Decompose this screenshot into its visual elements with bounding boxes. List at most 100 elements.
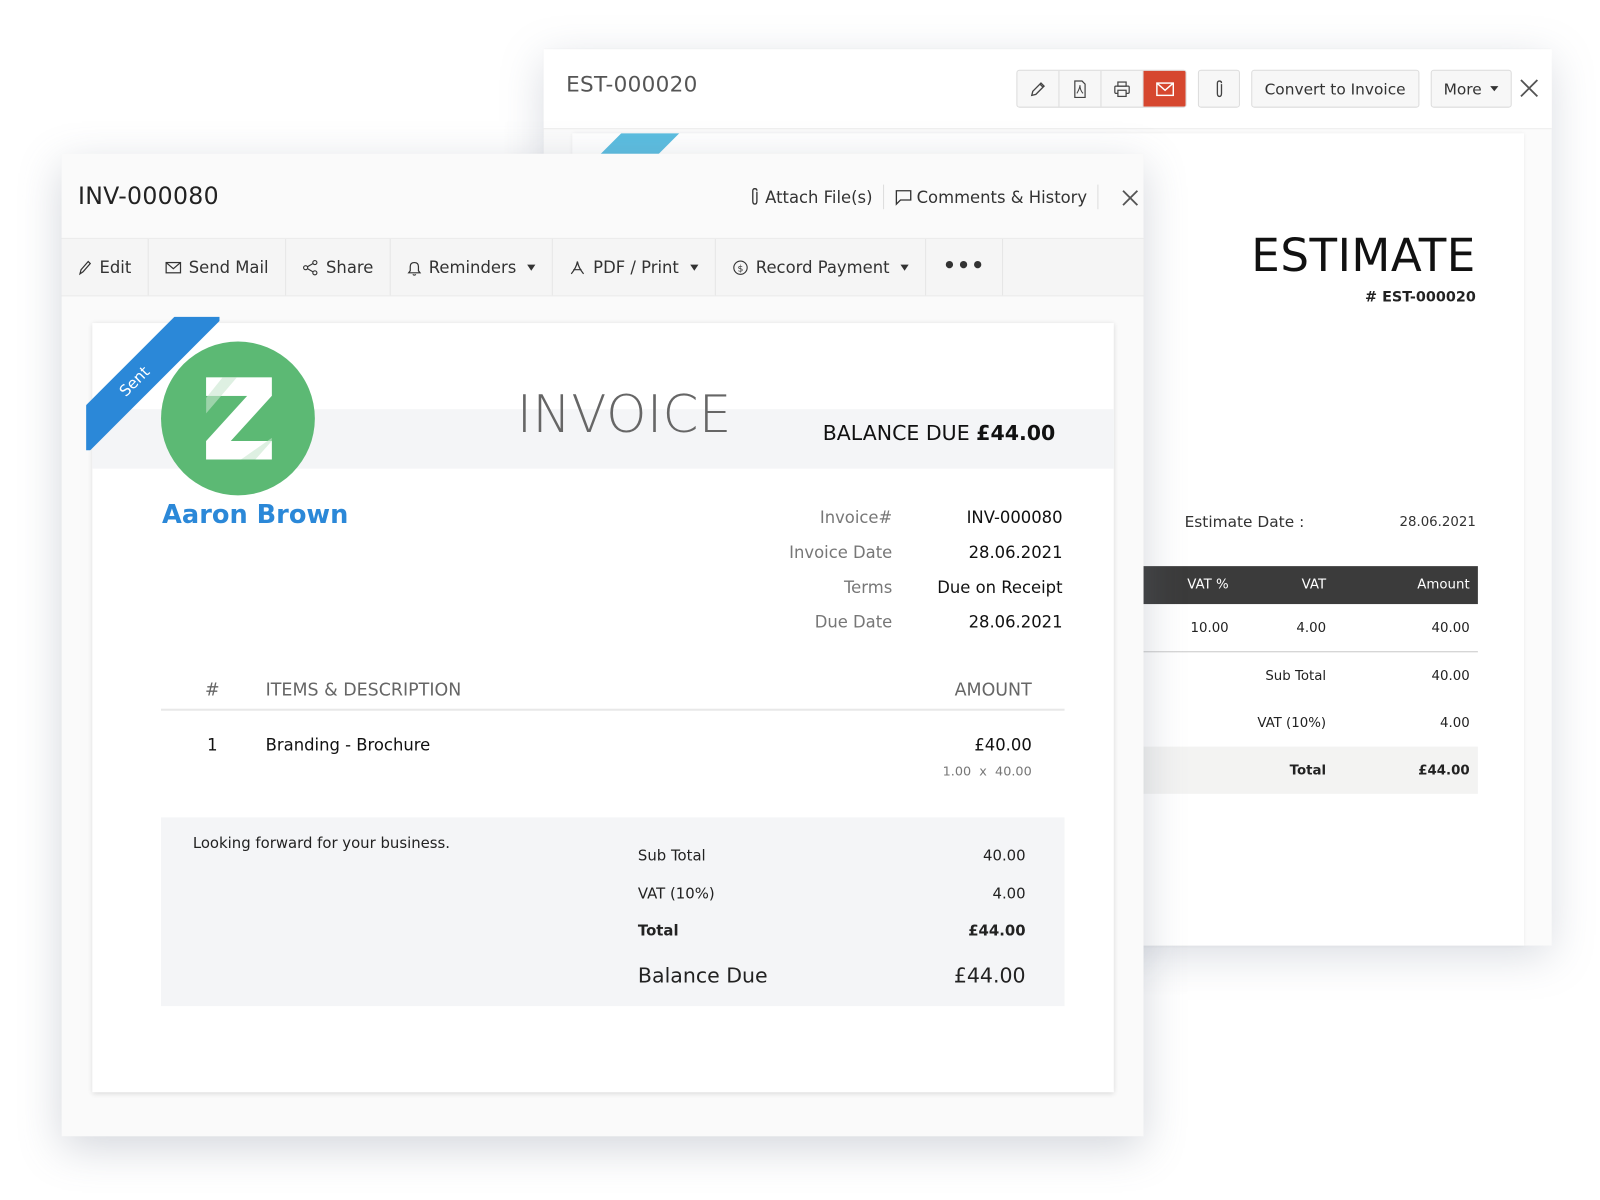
convert-to-invoice-label: Convert to Invoice — [1264, 79, 1406, 98]
record-payment-dropdown[interactable]: $ Record Payment — [716, 238, 927, 296]
reminders-dropdown[interactable]: Reminders — [391, 238, 554, 296]
header-amount: Amount — [1417, 577, 1470, 593]
customer-name-link[interactable]: Aaron Brown — [162, 499, 348, 529]
estimate-total-row: Total £44.00 — [1126, 746, 1478, 794]
convert-to-invoice-button[interactable]: Convert to Invoice — [1251, 69, 1419, 108]
attach-button[interactable] — [1197, 69, 1240, 108]
meta-value: 28.06.2021 — [968, 542, 1063, 562]
item-number: 1 — [207, 735, 218, 755]
caret-down-icon — [1489, 86, 1499, 92]
svg-text:$: $ — [737, 263, 743, 274]
meta-row-invoice-date: Invoice Date 28.06.2021 — [708, 534, 1063, 569]
estimate-heading: ESTIMATE — [1251, 229, 1476, 283]
invoice-title: INV-000080 — [77, 183, 219, 211]
close-icon — [1122, 190, 1139, 206]
header-vat: VAT — [1301, 577, 1327, 593]
total-label: Total — [1289, 762, 1327, 778]
meta-label: Invoice# — [819, 507, 893, 527]
table-row: 1 Branding - Brochure £40.00 — [161, 711, 1065, 755]
vat-value: 4.00 — [1439, 715, 1470, 731]
attach-files-link[interactable]: Attach File(s) — [738, 187, 882, 208]
estimate-toolbar: Convert to Invoice More — [1016, 69, 1512, 108]
share-icon — [302, 259, 318, 275]
invoice-meta: Invoice# INV-000080 Invoice Date 28.06.2… — [708, 499, 1063, 639]
meta-value: INV-000080 — [966, 507, 1063, 527]
payment-icon: $ — [732, 259, 748, 275]
paperclip-icon — [1213, 78, 1225, 99]
bell-icon — [407, 259, 422, 276]
balance-due-amount: £44.00 — [976, 420, 1056, 446]
mail-icon — [165, 261, 182, 273]
estimate-table-header: VAT % VAT Amount — [1126, 566, 1478, 605]
meta-value: 28.06.2021 — [968, 611, 1063, 632]
send-mail-button[interactable]: Send Mail — [149, 238, 287, 296]
more-options-button[interactable]: ••• — [926, 238, 1003, 296]
comments-history-link[interactable]: Comments & History — [884, 187, 1098, 207]
meta-value: Due on Receipt — [937, 576, 1063, 597]
subtotal-label: Sub Total — [637, 848, 706, 865]
estimate-subtotal-row: Sub Total 40.00 — [1126, 652, 1478, 699]
send-mail-button[interactable] — [1143, 70, 1186, 107]
estimate-date-value: 28.06.2021 — [1399, 514, 1476, 531]
balance-due-label: BALANCE DUE — [822, 420, 970, 446]
balance-due-header: BALANCE DUE £44.00 — [823, 420, 1056, 445]
pdf-print-label: PDF / Print — [593, 257, 679, 277]
invoice-summary: Looking forward for your business. Sub T… — [161, 817, 1065, 1007]
total-value: £44.00 — [1418, 762, 1470, 778]
invoice-items-table: # ITEMS & DESCRIPTION AMOUNT 1 Branding … — [161, 672, 1065, 779]
print-button[interactable] — [1101, 70, 1144, 107]
subtotal-value: 40.00 — [1431, 668, 1470, 684]
close-invoice-button[interactable] — [1119, 187, 1142, 210]
subtotal-value: 40.00 — [983, 848, 1026, 865]
meta-row-terms: Terms Due on Receipt — [708, 569, 1063, 604]
caret-down-icon — [527, 264, 536, 271]
edit-button[interactable]: Edit — [62, 238, 149, 296]
invoice-document: Sent Aaron Brown INVOICE BALANCE DUE £44… — [86, 316, 1114, 1093]
cell-amount: 40.00 — [1431, 619, 1470, 636]
estimate-items-table: VAT % VAT Amount 10.00 4.00 40.00 Sub To… — [1126, 566, 1478, 794]
balance-due-value: £44.00 — [953, 962, 1026, 988]
vat-value: 4.00 — [992, 885, 1026, 903]
edit-button[interactable] — [1017, 70, 1060, 107]
meta-label: Invoice Date — [789, 542, 893, 562]
total-label: Total — [637, 923, 679, 940]
pdf-icon — [1072, 79, 1088, 98]
record-payment-label: Record Payment — [755, 257, 890, 277]
vat-label: VAT (10%) — [1257, 715, 1327, 731]
estimate-date-label: Estimate Date : — [1184, 512, 1305, 532]
pdf-icon — [570, 259, 586, 275]
mail-icon — [1155, 81, 1174, 96]
balance-due-row: Balance Due £44.00 — [638, 950, 1026, 999]
invoice-header: INV-000080 Attach File(s) Comments & His… — [61, 153, 1144, 238]
reminders-label: Reminders — [428, 257, 517, 277]
meta-label: Due Date — [814, 611, 893, 632]
vat-row: VAT (10%) 4.00 — [638, 875, 1026, 912]
caret-down-icon — [900, 264, 910, 271]
meta-label: Terms — [843, 576, 893, 597]
invoice-toolbar: Edit Send Mail Share Reminders PDF / Pri… — [61, 237, 1144, 297]
pdf-button[interactable] — [1059, 70, 1102, 107]
balance-due-label: Balance Due — [637, 962, 768, 988]
estimate-tool-group — [1016, 69, 1187, 108]
pdf-print-dropdown[interactable]: PDF / Print — [553, 238, 716, 296]
more-dropdown[interactable]: More — [1430, 69, 1512, 108]
estimate-vat-row: VAT (10%) 4.00 — [1126, 699, 1478, 746]
more-icon: ••• — [942, 251, 986, 277]
meta-row-invoice-number: Invoice# INV-000080 — [708, 499, 1063, 534]
share-label: Share — [326, 257, 374, 277]
customer-notes: Looking forward for your business. — [192, 835, 450, 853]
item-qty-rate: 1.00 x 40.00 — [942, 763, 1032, 779]
header-amount: AMOUNT — [954, 679, 1032, 701]
meta-row-due-date: Due Date 28.06.2021 — [708, 604, 1063, 639]
close-estimate-button[interactable] — [1517, 76, 1542, 101]
pencil-icon — [1029, 79, 1047, 97]
item-description: Branding - Brochure — [265, 735, 431, 755]
invoice-header-actions: Attach File(s) Comments & History — [738, 184, 1099, 210]
print-icon — [1113, 79, 1131, 97]
paperclip-icon — [749, 187, 761, 208]
header-number: # — [204, 679, 220, 701]
comment-icon — [894, 188, 912, 206]
caret-down-icon — [690, 264, 699, 271]
invoice-heading: INVOICE — [516, 384, 732, 445]
share-button[interactable]: Share — [286, 238, 391, 296]
